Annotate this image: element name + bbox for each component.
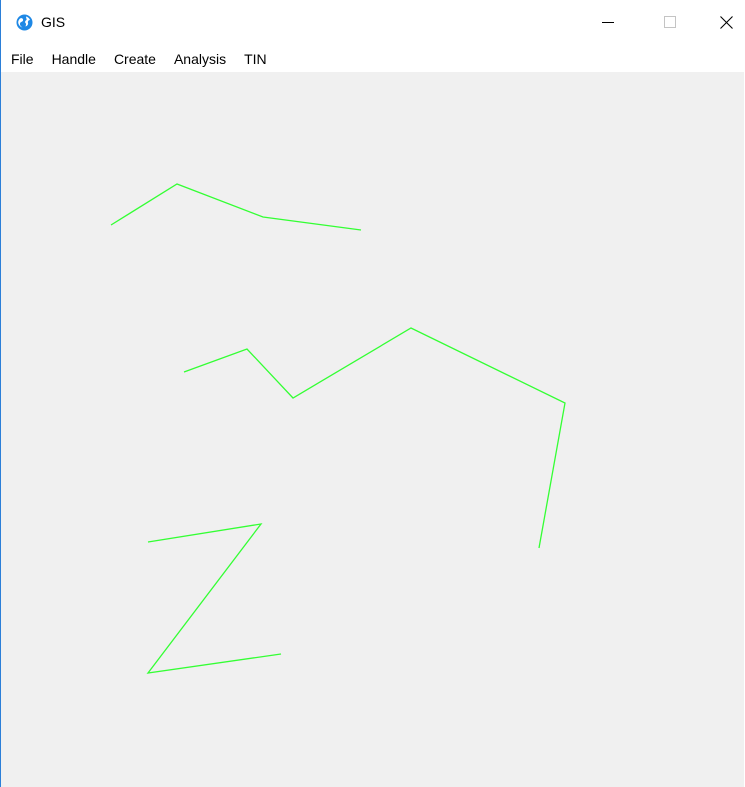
app-window: GIS File Handle Create Analysis TIN bbox=[0, 0, 744, 787]
minimize-icon bbox=[602, 22, 614, 23]
close-icon bbox=[719, 15, 733, 29]
menu-handle[interactable]: Handle bbox=[43, 48, 105, 70]
menu-create[interactable]: Create bbox=[105, 48, 165, 70]
map-drawing bbox=[110, 183, 566, 674]
menu-bar: File Handle Create Analysis TIN bbox=[1, 47, 744, 71]
menu-tin[interactable]: TIN bbox=[235, 48, 276, 70]
map-canvas[interactable] bbox=[1, 72, 744, 787]
polyline-3[interactable] bbox=[146, 523, 282, 674]
globe-icon bbox=[16, 14, 33, 31]
maximize-button[interactable] bbox=[647, 0, 693, 44]
menu-file[interactable]: File bbox=[11, 48, 43, 70]
window-title: GIS bbox=[41, 14, 66, 30]
polyline-1[interactable] bbox=[110, 183, 362, 231]
title-bar[interactable]: GIS bbox=[1, 0, 744, 44]
minimize-button[interactable] bbox=[585, 0, 631, 44]
close-button[interactable] bbox=[703, 0, 745, 44]
maximize-icon bbox=[664, 16, 676, 28]
menu-analysis[interactable]: Analysis bbox=[165, 48, 235, 70]
polyline-2[interactable] bbox=[183, 327, 566, 549]
